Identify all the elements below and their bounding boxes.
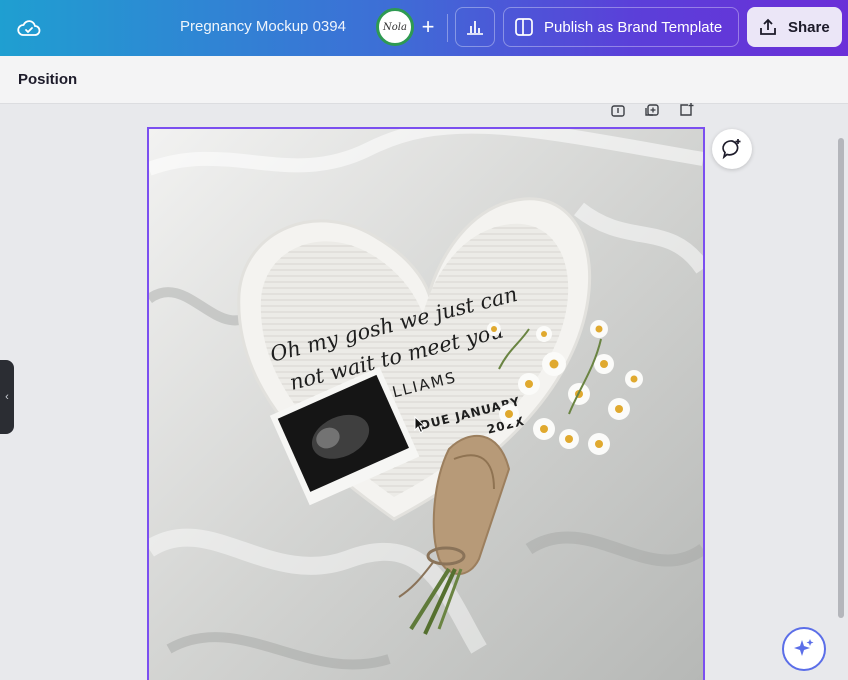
top-bar: Pregnancy Mockup 0394 Nola + Publish as … (0, 0, 848, 56)
add-page-icon (680, 103, 694, 116)
add-page-button[interactable] (676, 103, 696, 119)
cloud-sync-icon (17, 20, 41, 36)
publish-label: Publish as Brand Template (544, 18, 723, 36)
duplicate-page-icon (645, 104, 659, 116)
insights-button[interactable] (455, 7, 495, 47)
sparkle-icon (794, 639, 814, 656)
share-button[interactable]: Share (747, 7, 842, 47)
add-collaborator-button[interactable]: + (416, 14, 440, 40)
chevron-left-icon: ‹ (5, 391, 9, 403)
save-status-button[interactable] (12, 12, 46, 44)
magic-assistant-button[interactable] (782, 627, 826, 671)
publish-brand-template-button[interactable]: Publish as Brand Template (503, 7, 739, 47)
mouse-cursor (414, 415, 426, 439)
document-title[interactable]: Pregnancy Mockup 0394 (180, 18, 346, 35)
add-comment-button[interactable] (712, 129, 752, 169)
duplicate-page-button[interactable] (642, 103, 662, 119)
toolbar-divider (447, 14, 448, 42)
mockup-photo: Oh my gosh we just can not wait to meet … (149, 129, 703, 680)
design-artboard[interactable]: Oh my gosh we just can not wait to meet … (147, 127, 705, 680)
collapse-panel-handle[interactable]: ‹ (0, 360, 14, 434)
page-tools (608, 103, 696, 119)
cursor-arrow-icon (414, 415, 426, 434)
context-toolbar: Position (0, 56, 848, 104)
avatar[interactable]: Nola (376, 8, 414, 46)
upload-icon (760, 18, 776, 35)
brand-template-icon (515, 18, 533, 36)
lock-page-button[interactable] (608, 103, 628, 119)
avatar-text: Nola (383, 21, 407, 33)
bar-chart-icon (467, 21, 483, 35)
position-button[interactable]: Position (18, 71, 77, 88)
share-label: Share (788, 18, 830, 36)
vertical-scrollbar[interactable] (838, 138, 844, 618)
add-comment-icon (722, 139, 741, 160)
lock-page-icon (611, 105, 625, 117)
